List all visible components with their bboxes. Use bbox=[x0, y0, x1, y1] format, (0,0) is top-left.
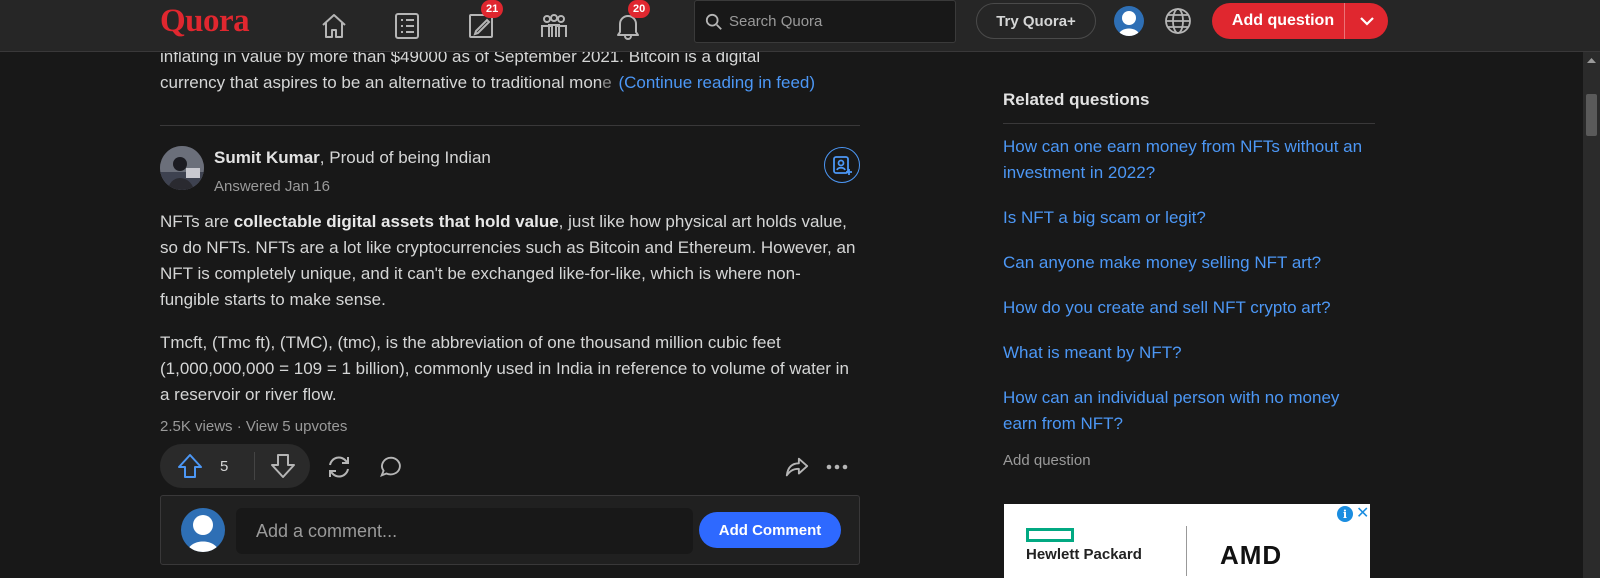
related-question-link[interactable]: Is NFT a big scam or legit? bbox=[1003, 205, 1375, 231]
spaces-icon[interactable] bbox=[534, 6, 574, 46]
answer-stats[interactable]: 2.5K views · View 5 upvotes bbox=[160, 418, 347, 435]
top-nav-bar: Quora 21 20 Try Quora+ Add question bbox=[0, 0, 1600, 52]
comment-input[interactable] bbox=[236, 508, 693, 554]
author-credential: , Proud of being Indian bbox=[319, 148, 491, 167]
answer-paragraph: Tmcft, (Tmc ft), (TMC), (tmc), is the ab… bbox=[160, 333, 849, 404]
related-question-link[interactable]: What is meant by NFT? bbox=[1003, 340, 1375, 366]
vote-controls: 5 bbox=[160, 444, 310, 488]
search-icon bbox=[705, 13, 722, 30]
upvote-count: 5 bbox=[220, 457, 229, 475]
related-question-link[interactable]: How can one earn money from NFTs without… bbox=[1003, 134, 1375, 186]
bell-icon[interactable]: 20 bbox=[608, 0, 651, 46]
ad-info-icon[interactable]: i bbox=[1337, 506, 1353, 522]
upvote-button[interactable]: 5 bbox=[160, 444, 254, 488]
follow-author-button[interactable] bbox=[824, 147, 860, 183]
answer-icon[interactable]: 21 bbox=[461, 0, 504, 46]
scroll-up-arrow[interactable] bbox=[1583, 52, 1600, 69]
quora-logo[interactable]: Quora bbox=[160, 3, 250, 40]
continue-reading-link[interactable]: (Continue reading in feed) bbox=[618, 73, 815, 92]
related-question-link[interactable]: How do you create and sell NFT crypto ar… bbox=[1003, 295, 1375, 321]
commenter-avatar bbox=[181, 508, 225, 552]
user-avatar[interactable] bbox=[1114, 6, 1144, 36]
related-questions-list: How can one earn money from NFTs without… bbox=[1003, 134, 1375, 456]
share-icon[interactable] bbox=[782, 452, 812, 482]
answer-paragraph: NFTs are collectable digital assets that… bbox=[160, 209, 860, 313]
comment-composer: Add Comment bbox=[160, 495, 860, 565]
search-input[interactable] bbox=[729, 13, 949, 30]
add-comment-button[interactable]: Add Comment bbox=[699, 512, 841, 548]
para-text: NFTs are bbox=[160, 212, 234, 231]
share-reload-icon[interactable] bbox=[324, 452, 354, 482]
snippet-line: currency that aspires to be an alternati… bbox=[160, 70, 860, 96]
author-avatar[interactable] bbox=[160, 146, 204, 190]
feed-divider bbox=[160, 125, 860, 126]
comment-icon[interactable] bbox=[376, 452, 406, 482]
snippet-text: currency that aspires to be an alternati… bbox=[160, 73, 603, 92]
hpe-logo-mark bbox=[1026, 528, 1074, 542]
home-icon[interactable] bbox=[314, 6, 354, 46]
ad-separator bbox=[1186, 526, 1187, 576]
downvote-button[interactable] bbox=[255, 452, 310, 480]
answer-badge: 21 bbox=[481, 0, 504, 18]
advertisement[interactable]: i ✕ Hewlett Packard AMD bbox=[1004, 504, 1370, 578]
notifications-badge: 20 bbox=[628, 0, 651, 18]
try-quora-plus-button[interactable]: Try Quora+ bbox=[976, 3, 1096, 39]
add-question-label: Add question bbox=[1231, 12, 1335, 29]
ad-close-icon[interactable]: ✕ bbox=[1356, 504, 1369, 523]
following-icon[interactable] bbox=[387, 6, 427, 46]
related-question-link[interactable]: How can an individual person with no mon… bbox=[1003, 385, 1375, 437]
more-options-icon[interactable] bbox=[822, 452, 852, 482]
snippet-fade: e bbox=[602, 73, 612, 92]
sidebar-divider bbox=[1003, 123, 1375, 124]
globe-icon[interactable] bbox=[1162, 5, 1194, 37]
add-person-icon bbox=[833, 156, 852, 175]
author-credential-line: Sumit Kumar, Proud of being Indian bbox=[214, 148, 491, 168]
hpe-brand-text: Hewlett Packard bbox=[1026, 546, 1142, 563]
amd-brand-text: AMD bbox=[1220, 540, 1283, 570]
upvote-arrow-icon bbox=[178, 454, 202, 478]
scrollbar-thumb[interactable] bbox=[1586, 94, 1597, 136]
author-name[interactable]: Sumit Kumar bbox=[214, 148, 320, 167]
para-bold: collectable digital assets that hold val… bbox=[233, 212, 559, 231]
search-box[interactable] bbox=[694, 0, 956, 43]
sidebar-add-question-link[interactable]: Add question bbox=[1003, 452, 1091, 469]
related-questions-title: Related questions bbox=[1003, 90, 1150, 109]
answered-date[interactable]: Answered Jan 16 bbox=[214, 178, 330, 195]
downvote-arrow-icon bbox=[270, 454, 295, 478]
related-question-link[interactable]: Can anyone make money selling NFT art? bbox=[1003, 250, 1375, 276]
add-question-button[interactable]: Add question bbox=[1212, 3, 1388, 39]
chevron-down-icon[interactable] bbox=[1344, 3, 1388, 39]
